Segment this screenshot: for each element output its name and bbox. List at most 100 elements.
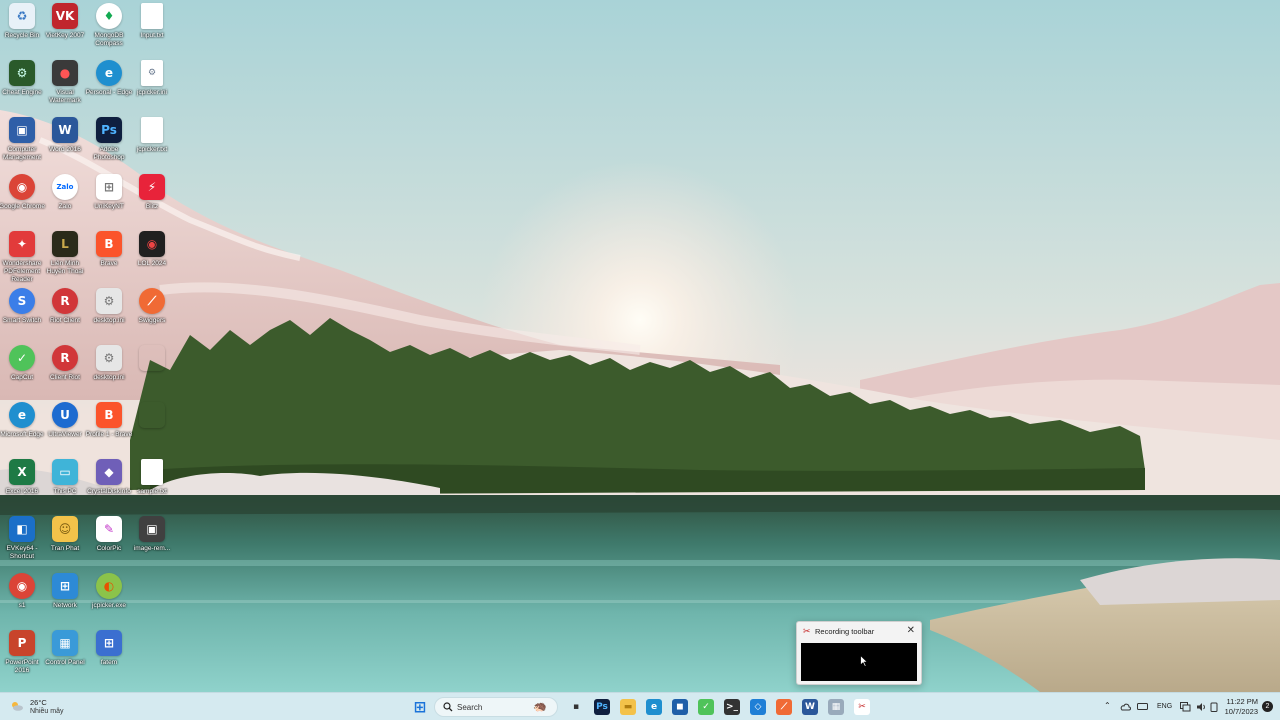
desktop-icon[interactable]: ⚙ desktop.ini xyxy=(87,288,131,325)
desktop-icon[interactable]: ▣ image-rem... xyxy=(130,516,174,553)
crystaldisk-icon: ◆ xyxy=(96,459,122,485)
desktop-icon[interactable]: R Client Riot xyxy=(43,345,87,382)
colorpic-icon: ✎ xyxy=(96,516,122,542)
blank-icon xyxy=(139,345,165,371)
desktop-icon-label: Blitz xyxy=(145,203,159,210)
word-taskbar-button[interactable]: W xyxy=(800,697,820,717)
riot-client-icon: R xyxy=(52,288,78,314)
ini-file-icon: ⚙ xyxy=(141,60,163,86)
show-hidden-icons-chevron-icon[interactable]: ⌃ xyxy=(1104,701,1111,710)
weather-widget[interactable]: 26°C Nhiều mây xyxy=(8,696,88,718)
desktop-icon[interactable]: Input.txt xyxy=(130,3,174,40)
volume-icon[interactable] xyxy=(1196,702,1207,712)
clock-time: 11:22 PM xyxy=(1226,697,1258,706)
desktop-icon[interactable]: ♻ Recycle Bin xyxy=(0,3,44,40)
evkey-icon: ◧ xyxy=(9,516,35,542)
task-view-button[interactable]: ▪ xyxy=(566,697,586,717)
desktop-icon[interactable]: ✎ ColorPic xyxy=(87,516,131,553)
desktop-icon-label: Excel 2016 xyxy=(5,488,39,495)
capcut-taskbar-button[interactable]: ✓ xyxy=(696,697,716,717)
recording-toolbar[interactable]: ✂ Recording toolbar ✕ xyxy=(796,621,922,685)
desktop-icon-label: fatem xyxy=(100,659,118,666)
desktop-icon[interactable]: ⚙ Cheat Engine xyxy=(0,60,44,97)
desktop-icon[interactable]: VK VietKey 2007 xyxy=(43,3,87,40)
recording-preview xyxy=(801,643,917,681)
desktop-icon[interactable]: ▣ Computer Management xyxy=(0,117,44,162)
desktop-icon[interactable]: ▭ This PC xyxy=(43,459,87,496)
desktop-icon[interactable] xyxy=(130,345,174,374)
recording-toolbar-titlebar[interactable]: ✂ Recording toolbar ✕ xyxy=(797,622,921,642)
desktop-icon[interactable]: S Smart Switch xyxy=(0,288,44,325)
desktop-icon[interactable]: ⚡ Blitz xyxy=(130,174,174,211)
desktop-icon-label: Personal - Edge xyxy=(85,89,133,96)
cheat-engine-icon: ⚙ xyxy=(9,60,35,86)
desktop-icon[interactable]: U UltraViewer xyxy=(43,402,87,439)
desktop-icon[interactable]: ⊞ Network xyxy=(43,573,87,610)
jcpicker-icon: ◐ xyxy=(96,573,122,599)
desktop-icon[interactable]: ⚙ desktop.ini xyxy=(87,345,131,382)
vscode-taskbar-button[interactable]: ◇ xyxy=(748,697,768,717)
battery-icon[interactable] xyxy=(1210,702,1218,712)
desktop-icon[interactable]: ✓ CapCut xyxy=(0,345,44,382)
desktop-icon[interactable]: P PowerPoint 2016 xyxy=(0,630,44,675)
desktop-icon[interactable]: ◧ EVKey64 - Shortcut xyxy=(0,516,44,561)
desktop-icon-label: jcpicker.exe xyxy=(92,602,126,609)
taskbar-clock[interactable]: 11:22 PM 10/7/2023 xyxy=(1225,697,1258,716)
desktop-icon[interactable]: ◉ LOL 2024 xyxy=(130,231,174,268)
desktop-icon[interactable]: R Riot Client xyxy=(43,288,87,325)
desktop-icon[interactable]: Zalo Zalo xyxy=(43,174,87,211)
network-status-icon[interactable] xyxy=(1180,702,1191,712)
taskbar-search-box[interactable]: Search 🦔 xyxy=(434,697,558,717)
desktop-icon[interactable]: ⚙ jcpicker.ini xyxy=(130,60,174,97)
desktop-icon[interactable]: ⊞ fatem xyxy=(87,630,131,667)
edge-taskbar-button[interactable]: e xyxy=(644,697,664,717)
desktop-icon[interactable]: B Brave xyxy=(87,231,131,268)
file-explorer-button[interactable]: ▬ xyxy=(618,697,638,717)
terminal-taskbar-button[interactable]: >_ xyxy=(722,697,742,717)
swiggers-taskbar-button[interactable]: ⟋ xyxy=(774,697,794,717)
desktop-icon[interactable]: ◉ s1 xyxy=(0,573,44,610)
desktop-icon[interactable]: sample.txt xyxy=(130,459,174,496)
store-taskbar-button[interactable]: ◼ xyxy=(670,697,690,717)
desktop-icon[interactable]: ⊞ UniKeyNT xyxy=(87,174,131,211)
snipping-tool-button[interactable]: ✂ xyxy=(852,697,872,717)
start-button[interactable]: ⊞ xyxy=(410,697,430,717)
desktop-icon[interactable]: X Excel 2016 xyxy=(0,459,44,496)
notification-badge[interactable]: 2 xyxy=(1262,701,1273,712)
desktop-icon-label: MongoDB Compass xyxy=(94,32,124,47)
swiggers-icon: ⟋ xyxy=(139,288,165,314)
vscode-taskbar-icon: ◇ xyxy=(750,699,766,715)
desktop-icon-label: Smart Switch xyxy=(2,317,42,324)
desktop-icon[interactable]: L Liên Minh Huyền Thoại xyxy=(43,231,87,276)
keyboard-icon[interactable] xyxy=(1137,702,1148,711)
desktop-icon[interactable]: B Profile 1 - Brave xyxy=(86,402,132,439)
desktop-icon[interactable]: e Personal - Edge xyxy=(85,60,133,97)
input-language-indicator[interactable]: ENG xyxy=(1157,703,1172,710)
photoshop-taskbar-button[interactable]: Ps xyxy=(592,697,612,717)
edge-icon: e xyxy=(96,60,122,86)
desktop-icon[interactable]: ✦ Wondershare PDFelement Reader xyxy=(0,231,44,284)
desktop-icon[interactable]: ◉ Google Chrome xyxy=(0,174,45,211)
onedrive-icon[interactable] xyxy=(1120,702,1131,711)
desktop-icon[interactable]: ● Visual Watermark xyxy=(43,60,87,105)
desktop-icon[interactable]: W Word 2016 xyxy=(43,117,87,154)
close-icon[interactable]: ✕ xyxy=(907,625,915,636)
desktop-icon-label: Zalo xyxy=(58,203,72,210)
lol-icon: L xyxy=(52,231,78,257)
desktop-icon[interactable]: jcpicker.txt xyxy=(130,117,174,154)
control-taskbar-button[interactable]: ▦ xyxy=(826,697,846,717)
desktop-icon[interactable]: ◐ jcpicker.exe xyxy=(87,573,131,610)
this-pc-icon: ▭ xyxy=(52,459,78,485)
swiggers-taskbar-icon: ⟋ xyxy=(776,699,792,715)
desktop-icon[interactable]: ♦ MongoDB Compass xyxy=(87,3,131,48)
desktop-icon-label: Riot Client xyxy=(50,317,80,324)
desktop-icon[interactable]: ▦ Control Panel xyxy=(43,630,87,667)
desktop-icon[interactable]: e Microsoft Edge xyxy=(0,402,44,439)
desktop-icon[interactable]: ⟋ Swiggers xyxy=(130,288,174,325)
desktop-icon[interactable] xyxy=(130,402,174,431)
desktop-icon[interactable]: ◆ CrystalDiskInfo xyxy=(87,459,131,496)
settings-file-icon: ⚙ xyxy=(96,288,122,314)
desktop-icon-label: This PC xyxy=(53,488,77,495)
desktop-icon[interactable]: Ps Adobe Photoshop xyxy=(87,117,131,162)
desktop-icon[interactable]: ☺ Tran Phat xyxy=(43,516,87,553)
